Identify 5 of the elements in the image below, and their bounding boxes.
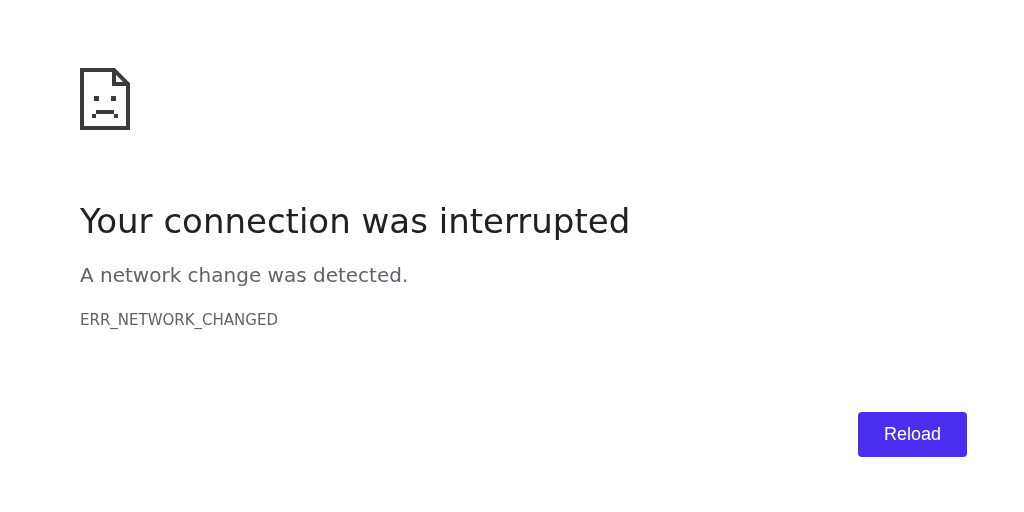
sad-document-icon (80, 68, 130, 130)
error-message: A network change was detected. (80, 262, 410, 288)
error-title: Your connection was interrupted (80, 200, 632, 242)
error-code: ERR_NETWORK_CHANGED (80, 310, 279, 330)
reload-button[interactable]: Reload (858, 412, 967, 457)
